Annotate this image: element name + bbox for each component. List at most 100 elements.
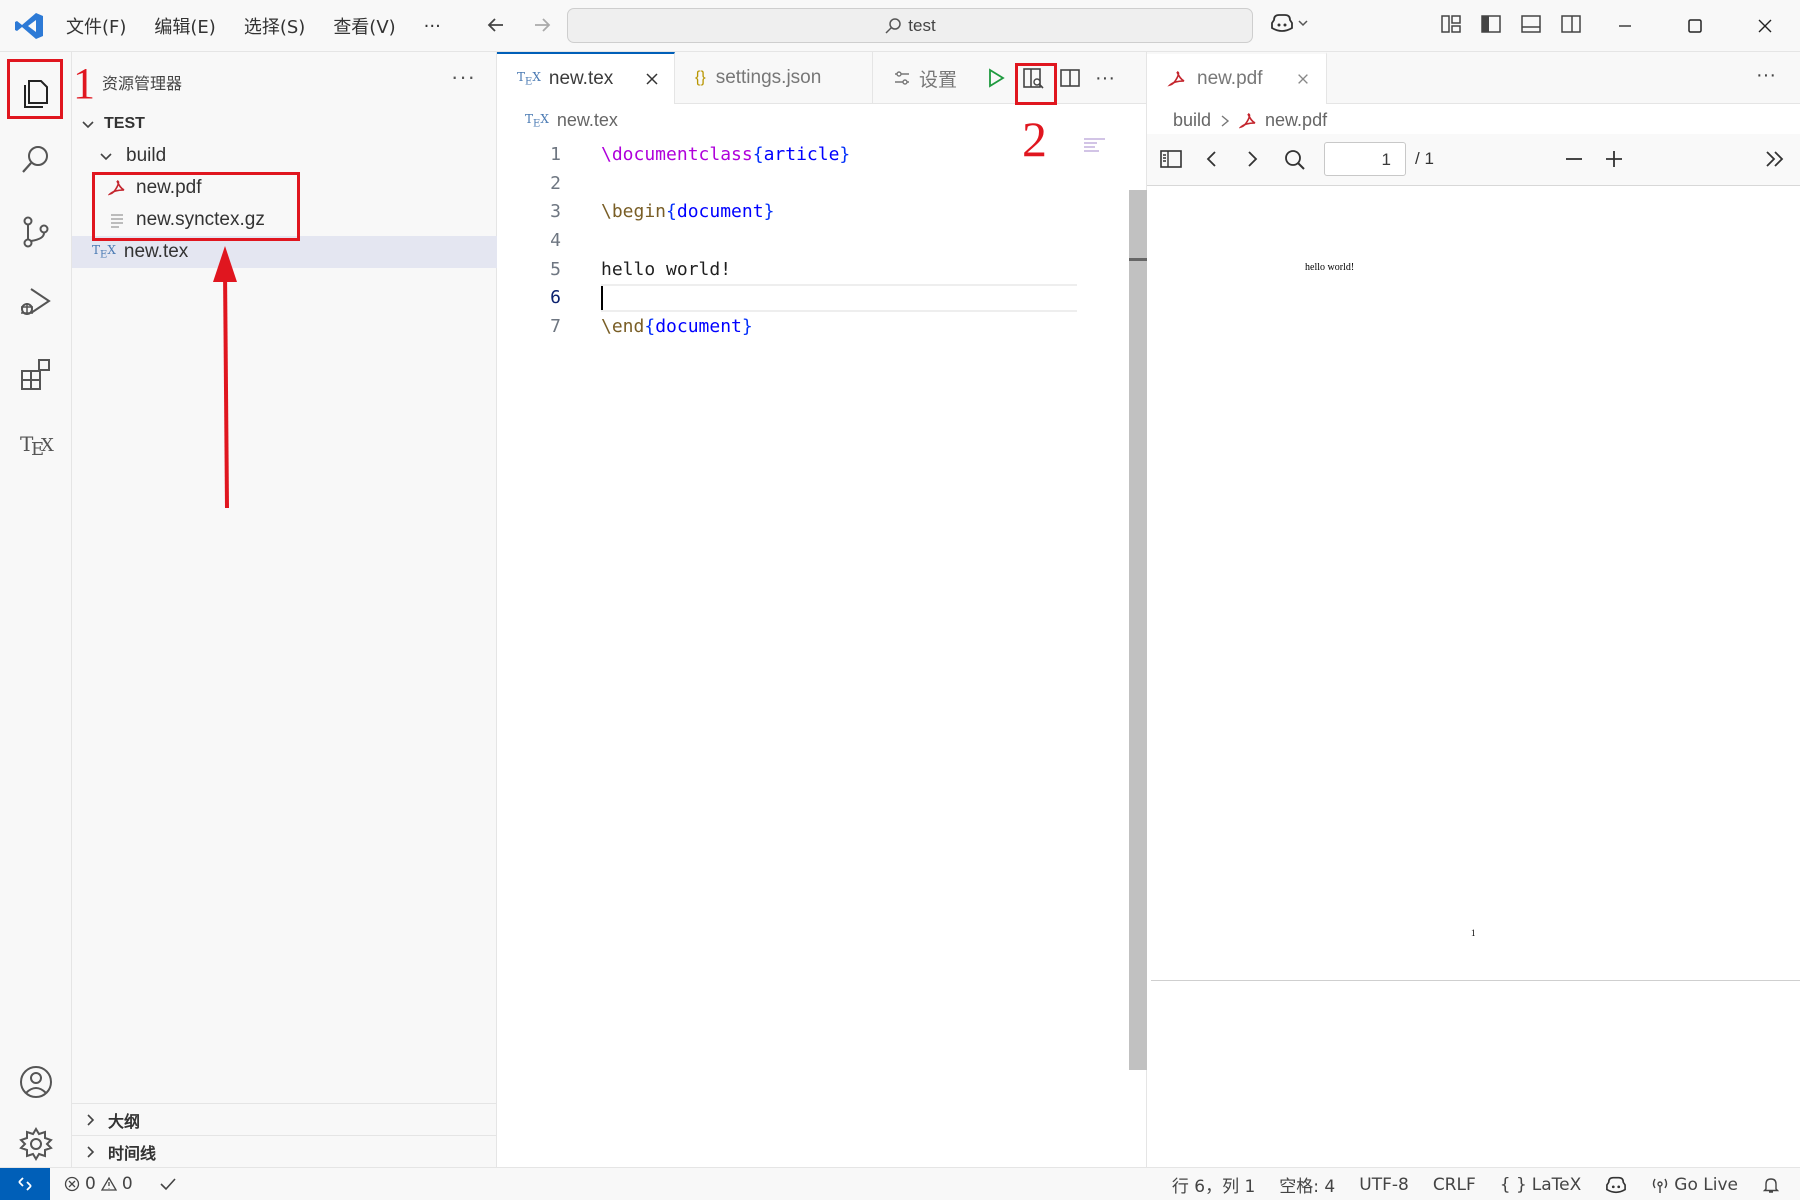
- folder-test-label: TEST: [104, 115, 145, 132]
- breadcrumb-file[interactable]: new.pdf: [1265, 110, 1327, 131]
- activity-extensions[interactable]: [0, 344, 72, 404]
- outline-section[interactable]: 大纲: [72, 1103, 497, 1135]
- close-icon[interactable]: [644, 71, 660, 87]
- breadcrumb-file[interactable]: new.tex: [557, 110, 618, 131]
- line-number: 3: [550, 201, 561, 223]
- vscode-logo-icon: [15, 13, 43, 39]
- menu-more[interactable]: ···: [422, 12, 443, 41]
- code-text: \documentclass{article}: [601, 144, 850, 165]
- customize-layout-icon[interactable]: [1440, 13, 1462, 35]
- activity-source-control[interactable]: [0, 202, 72, 262]
- activity-manage[interactable]: [0, 1114, 72, 1174]
- toggle-primary-sidebar-icon[interactable]: [1480, 13, 1502, 35]
- tab-new-tex[interactable]: TEX new.tex: [497, 52, 675, 104]
- title-bar: 文件(F) 编辑(E) 选择(S) 查看(V) ··· test: [0, 0, 1800, 52]
- run-build-icon[interactable]: [985, 67, 1007, 89]
- activity-bar: TEX: [0, 52, 72, 1167]
- next-page-icon[interactable]: [1241, 148, 1263, 170]
- problems-indicator[interactable]: 0 0: [64, 1174, 133, 1194]
- menu-file[interactable]: 文件(F): [64, 9, 128, 43]
- find-icon[interactable]: [1283, 148, 1307, 172]
- activity-run-debug[interactable]: [0, 272, 72, 332]
- indentation[interactable]: 空格: 4: [1279, 1172, 1335, 1197]
- chevron-down-icon: [82, 121, 94, 129]
- forward-arrow-icon[interactable]: [529, 12, 555, 38]
- copilot-icon[interactable]: [1605, 1175, 1627, 1195]
- menu-edit[interactable]: 编辑(E): [152, 9, 217, 43]
- pdf-page[interactable]: hello world! 1: [1151, 188, 1800, 981]
- encoding[interactable]: UTF-8: [1359, 1175, 1409, 1195]
- layout-controls: [1440, 13, 1582, 35]
- language-mode[interactable]: { } LaTeX: [1500, 1175, 1582, 1195]
- check-icon[interactable]: [159, 1176, 177, 1192]
- maximize-icon: [1688, 19, 1702, 33]
- folder-test[interactable]: TEST: [72, 108, 497, 140]
- warning-icon: [100, 1176, 117, 1191]
- nav-arrows: [483, 12, 555, 38]
- code-brace: }: [839, 143, 851, 165]
- tab-settings[interactable]: 设置: [873, 52, 973, 104]
- tab-new-pdf[interactable]: new.pdf: [1147, 52, 1327, 104]
- error-icon: [64, 1176, 80, 1192]
- back-arrow-icon[interactable]: [483, 12, 509, 38]
- code-text: \begin{document}: [601, 201, 774, 222]
- folder-build[interactable]: build: [72, 140, 497, 172]
- code-brace: }: [763, 201, 775, 223]
- tools-expand-icon[interactable]: [1763, 148, 1787, 170]
- tex-icon: TEX: [92, 243, 116, 261]
- breadcrumb-folder[interactable]: build: [1173, 110, 1211, 131]
- json-icon: {}: [695, 69, 706, 86]
- code-editor[interactable]: 1 \documentclass{article} 2 3 \begin{doc…: [497, 140, 1127, 341]
- more-actions-icon[interactable]: ···: [1095, 67, 1115, 90]
- code-text: hello world!: [601, 258, 732, 280]
- account-icon: [20, 1066, 52, 1098]
- toggle-panel-icon[interactable]: [1520, 13, 1542, 35]
- more-actions-icon[interactable]: ···: [1756, 64, 1776, 87]
- outline-label: 大纲: [108, 1111, 141, 1131]
- menu-selection[interactable]: 选择(S): [242, 9, 307, 43]
- line-number: 2: [550, 172, 561, 194]
- chevron-down-icon: [1298, 20, 1308, 27]
- status-bar: 0 0 行 6，列 1 空格: 4 UTF-8 CRLF { } LaTeX G…: [0, 1167, 1800, 1200]
- split-editor-icon[interactable]: [1059, 67, 1081, 89]
- code-brace: }: [741, 315, 753, 337]
- previous-page-icon[interactable]: [1201, 148, 1223, 170]
- bell-icon[interactable]: [1762, 1176, 1780, 1194]
- maximize-button[interactable]: [1660, 0, 1730, 52]
- toggle-secondary-sidebar-icon[interactable]: [1560, 13, 1582, 35]
- breadcrumb: TEX new.tex: [525, 110, 618, 131]
- minimize-button[interactable]: [1590, 0, 1660, 52]
- vertical-scrollbar[interactable]: [1129, 190, 1147, 1070]
- explorer-more-button[interactable]: ···: [451, 64, 476, 90]
- activity-tex[interactable]: TEX: [0, 414, 72, 474]
- close-window-button[interactable]: [1730, 0, 1800, 52]
- code-line: 3 \begin{document}: [497, 197, 1127, 226]
- pdf-icon: [1167, 71, 1185, 87]
- go-live-button[interactable]: Go Live: [1651, 1175, 1738, 1195]
- tab-settings-json[interactable]: {} settings.json: [675, 52, 873, 104]
- menu-view[interactable]: 查看(V): [331, 9, 397, 43]
- activity-accounts[interactable]: [0, 1052, 72, 1112]
- svg-text:X: X: [41, 435, 54, 456]
- sidebar-toggle-icon[interactable]: [1159, 148, 1183, 170]
- zoom-in-icon[interactable]: [1603, 148, 1625, 170]
- code-brace: {: [666, 201, 677, 223]
- timeline-section[interactable]: 时间线: [72, 1135, 497, 1167]
- page-number-input[interactable]: 1: [1324, 142, 1406, 176]
- command-center-search[interactable]: test: [567, 8, 1253, 43]
- end-of-line[interactable]: CRLF: [1433, 1175, 1476, 1195]
- remote-indicator[interactable]: [0, 1167, 50, 1200]
- warning-count: 0: [121, 1174, 133, 1194]
- line-number: 7: [550, 315, 561, 337]
- zoom-out-icon[interactable]: [1563, 148, 1585, 170]
- annotation-box-explorer: [7, 59, 63, 119]
- minimap[interactable]: [1083, 136, 1113, 166]
- cursor-position[interactable]: 行 6，列 1: [1172, 1172, 1255, 1197]
- activity-search[interactable]: [0, 130, 72, 190]
- tex-icon: TEX: [20, 432, 54, 460]
- pdf-viewer-background: [1147, 982, 1800, 1167]
- code-line: 5 hello world!: [497, 255, 1127, 284]
- explorer-title: 资源管理器: [102, 74, 183, 93]
- close-icon[interactable]: [1296, 72, 1310, 86]
- copilot-menu[interactable]: [1270, 12, 1309, 34]
